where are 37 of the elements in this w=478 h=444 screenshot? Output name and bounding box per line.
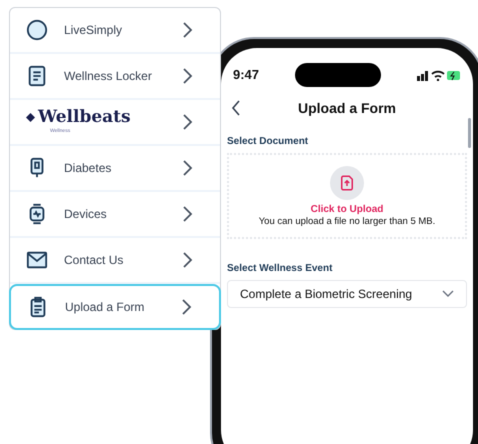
- chevron-right-icon: [182, 21, 194, 39]
- diamond-icon: [26, 112, 35, 122]
- document-icon: [26, 65, 48, 87]
- upload-file-icon: [338, 174, 356, 192]
- chevron-right-icon: [182, 205, 194, 223]
- circle-icon: [26, 19, 48, 41]
- chevron-right-icon: [182, 113, 194, 131]
- mail-icon: [26, 249, 48, 271]
- dropdown-value: Complete a Biometric Screening: [240, 286, 412, 303]
- event-dropdown[interactable]: Complete a Biometric Screening: [227, 280, 467, 308]
- upload-hint: You can upload a file no larger than 5 MB.: [258, 216, 436, 226]
- menu-item[interactable]: Diabetes: [10, 146, 220, 192]
- chevron-right-icon: [182, 67, 194, 85]
- menu-item-label: Diabetes: [64, 160, 112, 177]
- status-time: 9:47: [233, 66, 260, 84]
- section-label: Select Document: [227, 135, 310, 149]
- menu-item-label: Devices: [64, 206, 108, 223]
- menu-item[interactable]: Devices: [10, 192, 220, 238]
- status-icons: [417, 69, 461, 81]
- menu-item-label: Contact Us: [64, 252, 124, 269]
- back-icon[interactable]: [231, 100, 241, 116]
- menu-item-label: LiveSimply: [64, 22, 124, 39]
- screen-title: Upload a Form: [298, 98, 396, 118]
- upload-link[interactable]: Click to Upload: [310, 204, 384, 215]
- menu-item[interactable]: LiveSimply: [10, 8, 220, 54]
- menu-item[interactable]: Upload a Form: [9, 284, 221, 330]
- chevron-right-icon: [181, 298, 193, 316]
- chevron-right-icon: [182, 251, 194, 269]
- upload-area[interactable]: Click to Upload You can upload a file no larger than 5 MB.: [227, 153, 467, 239]
- chevron-down-icon: [442, 290, 454, 298]
- wellbeats-logo: Wellbeats: [38, 108, 131, 126]
- menu-item-label: Wellness Locker: [64, 68, 153, 85]
- section-label: Select Wellness Event: [227, 262, 334, 276]
- menu-item-label: Upload a Form: [65, 299, 146, 316]
- menu-item[interactable]: Wellness Locker: [10, 54, 220, 100]
- scroll-bar: [468, 118, 471, 148]
- chevron-right-icon: [182, 159, 194, 177]
